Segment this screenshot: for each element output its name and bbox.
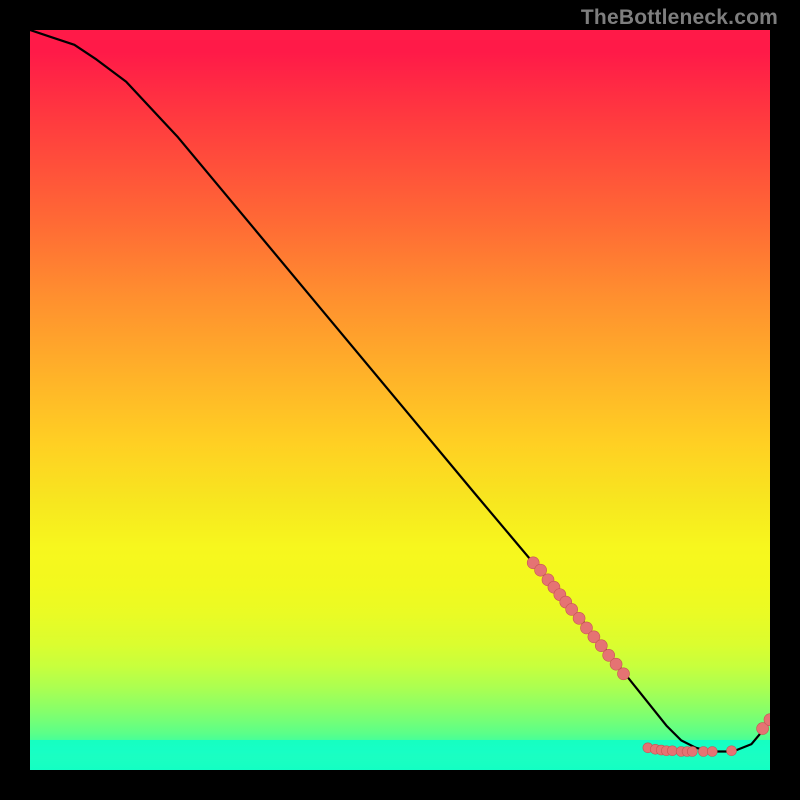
data-marker	[707, 747, 717, 757]
curve-line	[30, 30, 770, 752]
chart-overlay-svg	[30, 30, 770, 770]
markers-group	[527, 557, 770, 757]
data-marker	[617, 668, 629, 680]
data-marker	[727, 746, 737, 756]
plot-area	[30, 30, 770, 770]
data-marker	[687, 747, 697, 757]
watermark-text: TheBottleneck.com	[581, 6, 778, 30]
data-marker	[667, 746, 677, 756]
chart-stage: TheBottleneck.com	[0, 0, 800, 800]
data-marker	[698, 747, 708, 757]
